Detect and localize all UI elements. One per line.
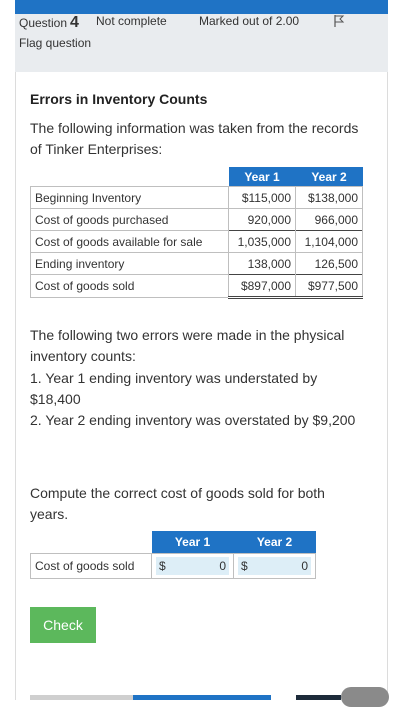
- table-header-year2: Year 2: [295, 167, 363, 187]
- prompt-text: Compute the correct cost of goods sold f…: [30, 485, 325, 522]
- table-row: Cost of goods available for sale 1,035,0…: [30, 230, 363, 253]
- answer-header-year2: Year 2: [233, 531, 316, 554]
- question-state: Not complete: [96, 14, 167, 28]
- question-title: Errors in Inventory Counts: [30, 91, 208, 107]
- table-header-year1: Year 1: [228, 167, 296, 187]
- error-2-text: 2. Year 2 ending inventory was overstate…: [30, 412, 356, 428]
- answer-row: Cost of goods sold $ 0 $ 0: [30, 553, 316, 579]
- question-label: Question 4: [19, 14, 79, 32]
- nav-element[interactable]: [296, 695, 341, 700]
- row-year2: $138,000: [295, 186, 363, 209]
- errors-intro-text: The following two errors were made in th…: [30, 327, 345, 364]
- answer-header-blank: [31, 531, 152, 554]
- answer-row-label: Cost of goods sold: [30, 553, 152, 579]
- nav-button-next[interactable]: [133, 695, 271, 700]
- row-year2: 1,104,000: [295, 230, 363, 253]
- row-year1: $115,000: [228, 186, 296, 209]
- answer-table: Year 1 Year 2 Cost of goods sold $ 0 $ 0: [30, 531, 316, 579]
- table-row: Ending inventory 138,000 126,500: [30, 252, 363, 275]
- year1-input[interactable]: $ 0: [156, 557, 229, 575]
- row-year1: 920,000: [228, 208, 296, 231]
- table-row: Cost of goods purchased 920,000 966,000: [30, 208, 363, 231]
- top-bar: [15, 0, 388, 14]
- row-label: Cost of goods available for sale: [30, 230, 229, 253]
- question-marks: Marked out of 2.00: [199, 14, 300, 28]
- row-year2: 126,500: [295, 252, 363, 275]
- year2-value: 0: [301, 559, 308, 573]
- table-header-blank: [31, 167, 229, 187]
- nav-button-previous[interactable]: [30, 695, 133, 700]
- row-label: Beginning Inventory: [30, 186, 229, 209]
- row-year1: 138,000: [228, 252, 296, 275]
- table-row: Beginning Inventory $115,000 $138,000: [30, 186, 363, 209]
- answer-header-year1: Year 1: [151, 531, 234, 554]
- row-year1: 1,035,000: [228, 230, 296, 253]
- year2-input[interactable]: $ 0: [238, 557, 311, 575]
- flag-icon[interactable]: [333, 14, 345, 28]
- flag-question-link[interactable]: Flag question: [19, 36, 91, 50]
- inventory-table: Year 1 Year 2 Beginning Inventory $115,0…: [30, 167, 363, 299]
- table-row: Cost of goods sold $897,000 $977,500: [30, 274, 363, 299]
- row-label: Cost of goods sold: [30, 274, 229, 298]
- answer-year1-cell: $ 0: [151, 553, 234, 579]
- error-1-text: 1. Year 1 ending inventory was understat…: [30, 370, 318, 407]
- row-label: Cost of goods purchased: [30, 208, 229, 231]
- row-year1: $897,000: [228, 274, 296, 299]
- year1-value: 0: [219, 559, 226, 573]
- year2-currency: $: [241, 559, 248, 573]
- question-number: 4: [70, 14, 79, 31]
- answer-year2-cell: $ 0: [233, 553, 316, 579]
- intro-text: The following information was taken from…: [30, 120, 359, 157]
- row-label: Ending inventory: [30, 252, 229, 275]
- check-button[interactable]: Check: [30, 607, 96, 643]
- scroll-pill[interactable]: [341, 687, 389, 707]
- question-label-text: Question: [19, 16, 68, 30]
- row-year2: 966,000: [295, 208, 363, 231]
- year1-currency: $: [159, 559, 166, 573]
- row-year2: $977,500: [295, 274, 363, 299]
